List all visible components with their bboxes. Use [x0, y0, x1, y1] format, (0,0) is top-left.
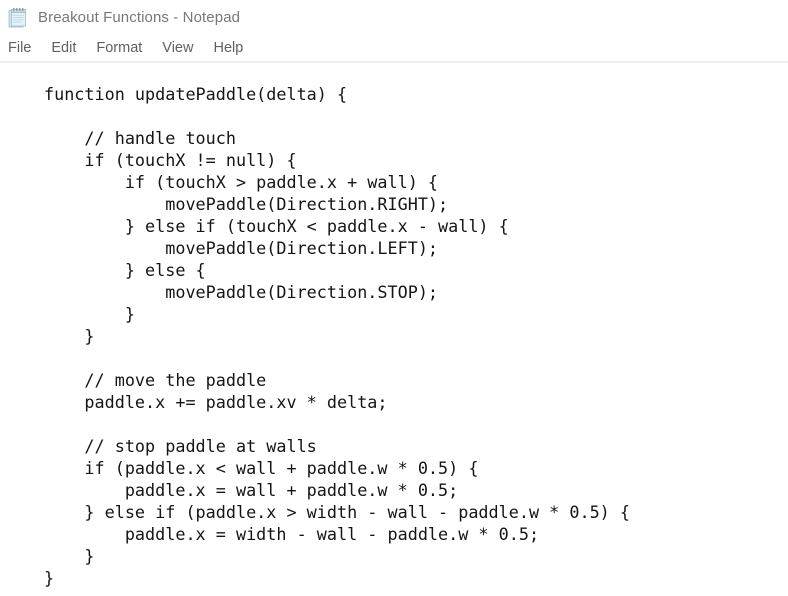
menu-item-file[interactable]: File [7, 39, 32, 57]
editor-text[interactable]: function updatePaddle(delta) { // handle… [0, 63, 788, 589]
editor-area[interactable]: function updatePaddle(delta) { // handle… [0, 63, 788, 596]
window-title: Breakout Functions - Notepad [38, 9, 241, 26]
menu-item-format[interactable]: Format [95, 39, 143, 57]
menu-item-view[interactable]: View [161, 39, 194, 57]
title-bar: Breakout Functions - Notepad [0, 0, 788, 35]
menu-bar: File Edit Format View Help [0, 35, 788, 63]
notepad-window: Breakout Functions - Notepad File Edit F… [0, 0, 788, 596]
notepad-icon [8, 8, 26, 28]
menu-item-help[interactable]: Help [212, 39, 244, 57]
menu-item-edit[interactable]: Edit [50, 39, 77, 57]
